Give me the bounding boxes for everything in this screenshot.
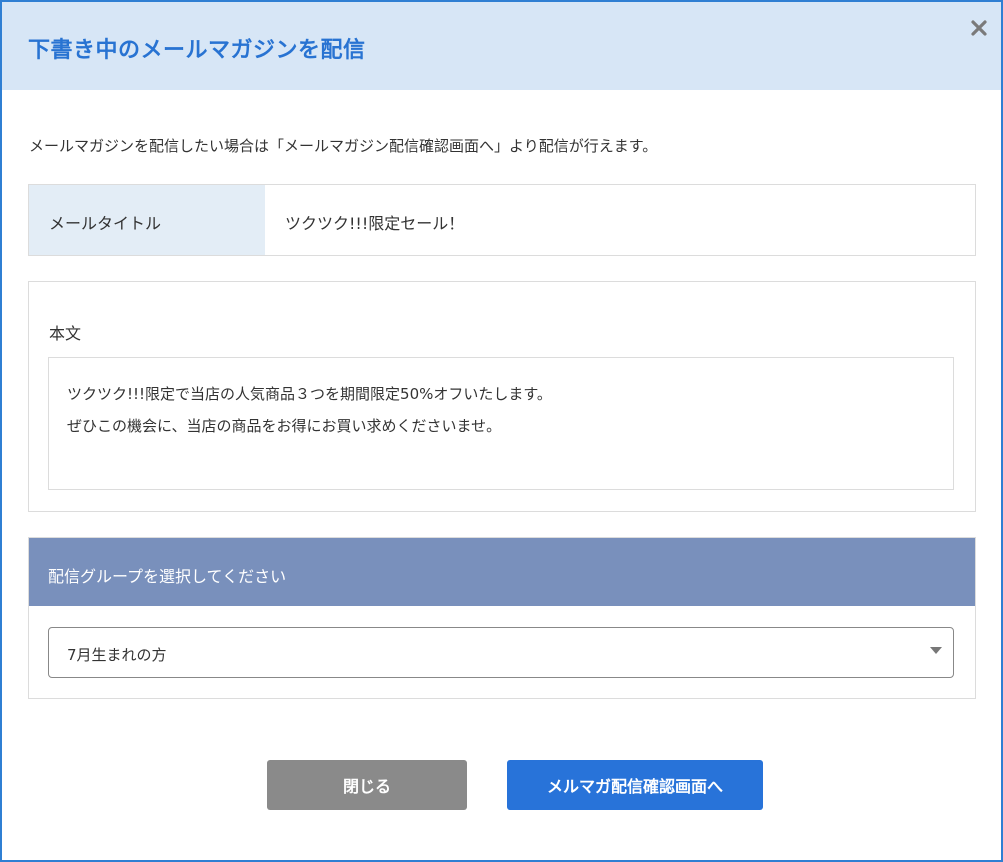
mail-body-line: ぜひこの機会に、当店の商品をお得にお買い求めくださいませ。 — [67, 417, 502, 435]
delivery-group-header: 配信グループを選択してください — [29, 538, 975, 606]
mail-body-label: 本文 — [49, 324, 82, 343]
mail-title-label-cell: メールタイトル — [29, 185, 265, 255]
close-icon — [971, 20, 987, 36]
mail-body-line: ツクツク!!!限定で当店の人気商品３つを期間限定50%オフいたします。 — [67, 385, 552, 403]
mail-title-value: ツクツク!!!限定セール！ — [285, 214, 465, 233]
mail-title-row: メールタイトル ツクツク!!!限定セール！ — [28, 184, 976, 256]
dialog-header: 下書き中のメールマガジンを配信 — [2, 2, 1001, 90]
mail-magazine-dialog: 下書き中のメールマガジンを配信 メールマガジンを配信したい場合は「メールマガジン… — [0, 0, 1003, 862]
mail-body-section: 本文 ツクツク!!!限定で当店の人気商品３つを期間限定50%オフいたします。 ぜ… — [28, 281, 976, 512]
confirm-delivery-button[interactable]: メルマガ配信確認画面へ — [507, 760, 763, 810]
dialog-title: 下書き中のメールマガジンを配信 — [28, 38, 366, 63]
mail-body-text: ツクツク!!!限定で当店の人気商品３つを期間限定50%オフいたします。 ぜひこの… — [48, 357, 954, 490]
intro-text: メールマガジンを配信したい場合は「メールマガジン配信確認画面へ」より配信が行えま… — [29, 137, 658, 155]
delivery-group-header-text: 配信グループを選択してください — [48, 567, 287, 586]
delivery-group-select[interactable]: 7月生まれの方 — [48, 627, 954, 678]
close-dialog-button[interactable] — [963, 12, 995, 44]
caret-down-icon — [930, 647, 942, 654]
delivery-group-selected-value: 7月生まれの方 — [67, 646, 167, 664]
delivery-group-section: 配信グループを選択してください 7月生まれの方 — [28, 537, 976, 699]
close-button[interactable]: 閉じる — [267, 760, 467, 810]
mail-title-label: メールタイトル — [49, 214, 162, 233]
